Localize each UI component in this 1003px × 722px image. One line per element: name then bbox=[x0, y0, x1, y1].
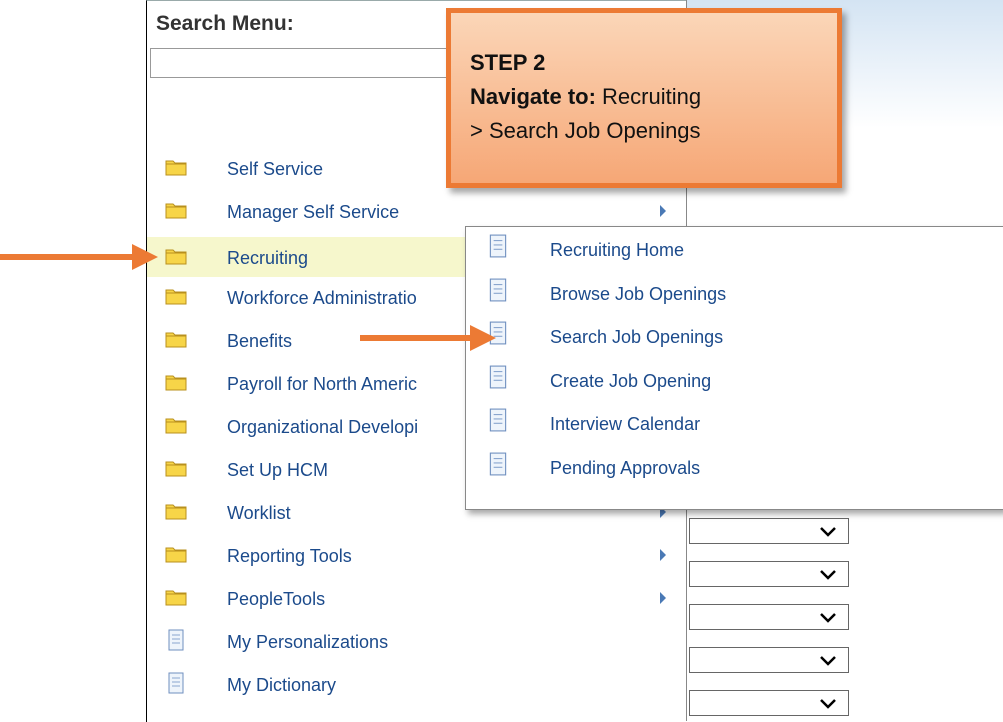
folder-icon bbox=[165, 504, 187, 520]
folder-icon bbox=[165, 249, 187, 265]
folder-icon bbox=[165, 590, 187, 606]
document-icon bbox=[489, 234, 507, 258]
step-title: STEP 2 bbox=[470, 50, 546, 75]
content-dropdown[interactable] bbox=[689, 647, 849, 673]
submenu-arrow-icon bbox=[660, 592, 666, 604]
submenu-item-label: Create Job Opening bbox=[550, 371, 712, 391]
menu-item-manager-self-service[interactable]: Manager Self Service bbox=[147, 191, 685, 231]
menu-item-label: Recruiting bbox=[227, 248, 309, 268]
menu-item-label: Manager Self Service bbox=[227, 202, 400, 222]
menu-item-label: My Dictionary bbox=[227, 675, 337, 695]
search-menu-label: Search Menu: bbox=[156, 12, 294, 35]
step-instruction: Navigate to: Recruiting bbox=[470, 84, 701, 110]
chevron-down-icon bbox=[820, 613, 836, 623]
content-dropdown[interactable] bbox=[689, 518, 849, 544]
document-icon bbox=[489, 365, 507, 389]
menu-item-label: Workforce Administratio bbox=[227, 288, 417, 308]
submenu-item-label: Pending Approvals bbox=[550, 458, 701, 478]
submenu-item-browse-job-openings[interactable]: Browse Job Openings bbox=[466, 274, 996, 316]
content-dropdown[interactable] bbox=[689, 561, 849, 587]
menu-item-label: My Personalizations bbox=[227, 632, 389, 652]
folder-icon bbox=[165, 375, 187, 391]
submenu-item-recruiting-home[interactable]: Recruiting Home bbox=[466, 230, 996, 272]
menu-item-label: Worklist bbox=[227, 503, 291, 523]
menu-item-reporting-tools[interactable]: Reporting Tools bbox=[147, 535, 685, 575]
content-dropdown[interactable] bbox=[689, 690, 849, 716]
arrow-shaft bbox=[0, 254, 134, 260]
submenu-item-label: Interview Calendar bbox=[550, 414, 701, 434]
submenu-item-search-job-openings[interactable]: Search Job Openings bbox=[466, 317, 996, 359]
chevron-down-icon bbox=[820, 570, 836, 580]
document-icon bbox=[489, 452, 507, 476]
folder-icon bbox=[165, 289, 187, 305]
chevron-down-icon bbox=[820, 656, 836, 666]
arrow-shaft bbox=[360, 335, 472, 341]
step-nav-path-continued: > Search Job Openings bbox=[470, 118, 701, 143]
folder-icon bbox=[165, 418, 187, 434]
document-icon bbox=[489, 278, 507, 302]
folder-icon bbox=[165, 203, 187, 219]
submenu-item-interview-calendar[interactable]: Interview Calendar bbox=[466, 404, 996, 446]
menu-item-my-dictionary[interactable]: My Dictionary bbox=[147, 664, 685, 704]
folder-icon bbox=[165, 160, 187, 176]
submenu-item-label: Search Job Openings bbox=[550, 327, 724, 347]
submenu-arrow-icon bbox=[660, 549, 666, 561]
document-icon bbox=[168, 672, 184, 694]
folder-icon bbox=[165, 461, 187, 477]
submenu-item-label: Recruiting Home bbox=[550, 240, 685, 260]
submenu-item-label: Browse Job Openings bbox=[550, 284, 727, 304]
menu-item-label: Payroll for North Americ bbox=[227, 374, 418, 394]
arrow-head bbox=[132, 244, 158, 270]
chevron-down-icon bbox=[820, 699, 836, 709]
document-icon bbox=[168, 629, 184, 651]
menu-item-label: Self Service bbox=[227, 159, 324, 179]
submenu-arrow-icon bbox=[660, 205, 666, 217]
step-nav-path: Recruiting bbox=[602, 84, 702, 109]
folder-icon bbox=[165, 547, 187, 563]
menu-item-label: Organizational Developi bbox=[227, 417, 419, 437]
step-nav-label: Navigate to: bbox=[470, 84, 596, 109]
menu-item-my-personalizations[interactable]: My Personalizations bbox=[147, 621, 685, 661]
menu-item-label: Reporting Tools bbox=[227, 546, 352, 566]
chevron-down-icon bbox=[820, 527, 836, 537]
content-dropdown[interactable] bbox=[689, 604, 849, 630]
menu-item-label: Benefits bbox=[227, 331, 293, 351]
submenu-item-create-job-opening[interactable]: Create Job Opening bbox=[466, 361, 996, 403]
submenu-item-pending-approvals[interactable]: Pending Approvals bbox=[466, 448, 996, 490]
folder-icon bbox=[165, 332, 187, 348]
document-icon bbox=[489, 408, 507, 432]
arrow-head bbox=[470, 325, 496, 351]
menu-item-peopletools[interactable]: PeopleTools bbox=[147, 578, 685, 618]
menu-item-label: PeopleTools bbox=[227, 589, 326, 609]
search-menu-input[interactable] bbox=[150, 48, 490, 78]
menu-item-label: Set Up HCM bbox=[227, 460, 329, 480]
